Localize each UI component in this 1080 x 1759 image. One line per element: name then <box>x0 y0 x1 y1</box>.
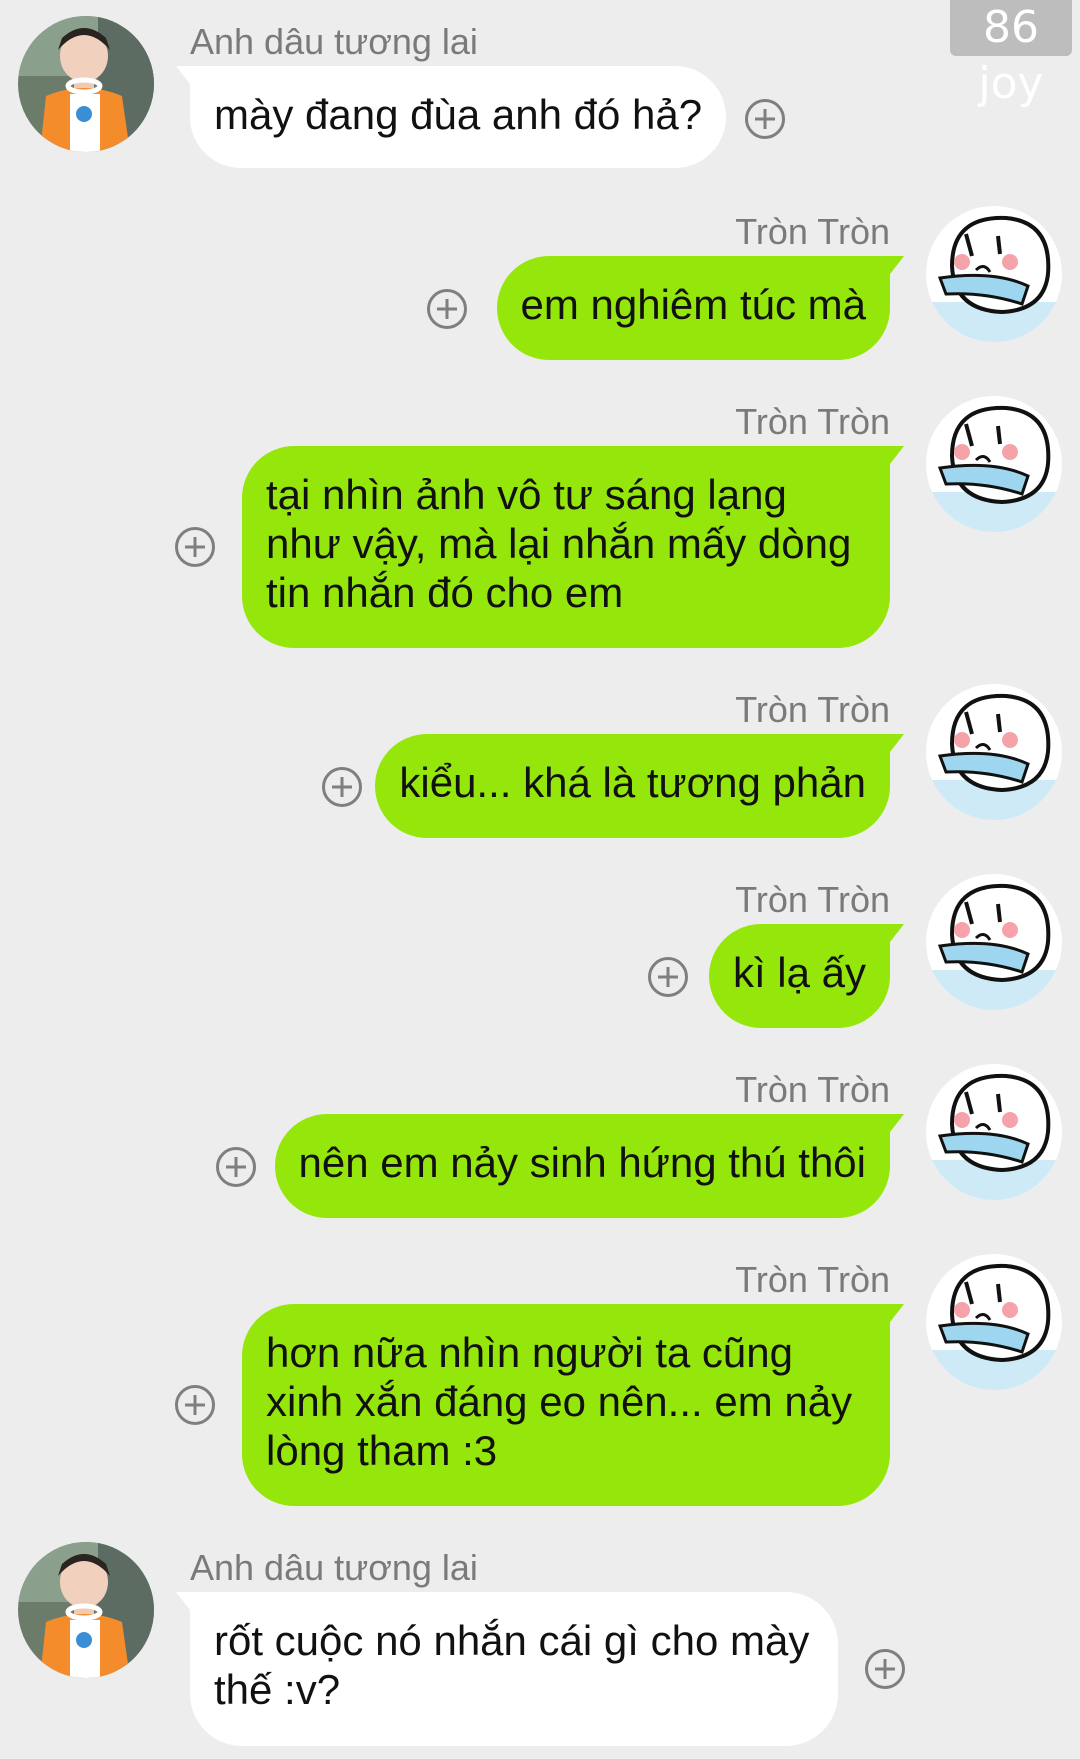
plus-circle-icon[interactable] <box>175 527 215 567</box>
message-bubble-incoming[interactable]: rốt cuộc nó nhắn cái gì cho mày thế :v? <box>176 1592 838 1746</box>
message-bubble-outgoing[interactable]: kiểu... khá là tương phản <box>375 734 904 838</box>
sender-name: Tròn Tròn <box>735 689 890 730</box>
message-bubble-outgoing[interactable]: kì lạ ấy <box>708 924 905 1028</box>
crying-sticker-icon <box>926 396 1062 532</box>
plus-circle-icon[interactable] <box>175 1385 215 1425</box>
avatar-tron-tron[interactable] <box>926 206 1062 342</box>
message-bubble-outgoing[interactable]: nên em nảy sinh hứng thú thôi <box>274 1114 904 1218</box>
sender-name: Tròn Tròn <box>735 211 890 252</box>
plus-circle-icon[interactable] <box>427 289 467 329</box>
plus-circle-icon[interactable] <box>745 99 785 139</box>
avatar-tron-tron[interactable] <box>926 396 1062 532</box>
avatar-anh-dau[interactable] <box>18 1542 154 1678</box>
crying-sticker-icon <box>926 1064 1062 1200</box>
avatar-tron-tron[interactable] <box>926 1064 1062 1200</box>
message-bubble-outgoing[interactable]: hơn nữa nhìn người ta cũng xinh xắn đáng… <box>242 1304 904 1506</box>
plus-circle-icon[interactable] <box>322 767 362 807</box>
avatar-tron-tron[interactable] <box>926 684 1062 820</box>
avatar-tron-tron[interactable] <box>926 874 1062 1010</box>
sender-name: Anh dâu tương lai <box>190 21 478 62</box>
plus-circle-icon[interactable] <box>216 1147 256 1187</box>
sender-name: Tròn Tròn <box>735 1069 890 1110</box>
sender-name: Anh dâu tương lai <box>190 1547 478 1588</box>
message-bubble-incoming[interactable]: mày đang đùa anh đó hả? <box>175 66 727 168</box>
crying-sticker-icon <box>926 1254 1062 1390</box>
crying-sticker-icon <box>926 684 1062 820</box>
message-bubble-outgoing[interactable]: tại nhìn ảnh vô tư sáng lạng như vậy, mà… <box>242 446 904 648</box>
crying-sticker-icon <box>926 206 1062 342</box>
sender-name: Tròn Tròn <box>735 1259 890 1300</box>
crying-sticker-icon <box>926 874 1062 1010</box>
plus-circle-icon[interactable] <box>865 1649 905 1689</box>
avatar-tron-tron[interactable] <box>926 1254 1062 1390</box>
plus-circle-icon[interactable] <box>648 957 688 997</box>
message-bubble-outgoing[interactable]: em nghiêm túc mà <box>496 256 905 360</box>
avatar-anh-dau[interactable] <box>18 16 154 152</box>
person-photo-icon <box>18 16 154 152</box>
person-photo-icon <box>18 1542 154 1678</box>
sender-name: Tròn Tròn <box>735 879 890 920</box>
watermark: 86 joy <box>950 0 1072 109</box>
sender-name: Tròn Tròn <box>735 401 890 442</box>
